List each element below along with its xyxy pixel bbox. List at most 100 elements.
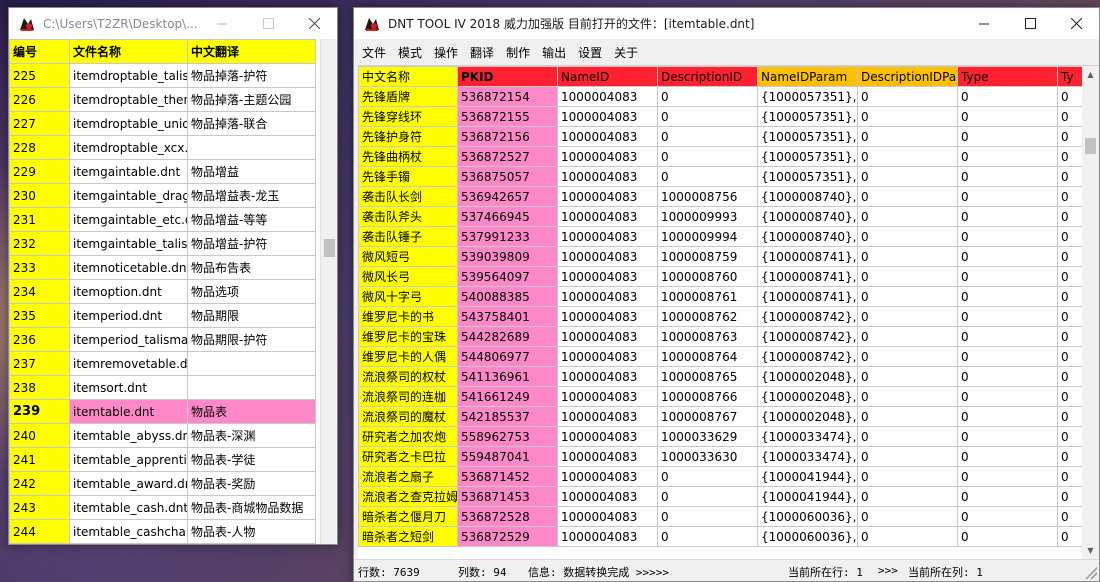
item-row[interactable]: 研究者之卡巴拉 559487041 1000004083 1000033630 {100… — [358, 446, 1082, 467]
translation-cell[interactable]: 物品表-深渊 — [187, 423, 316, 448]
nameid-cell[interactable]: 1000004083 — [557, 186, 658, 207]
cn-name-cell[interactable]: 袭击队锤子 — [358, 226, 458, 247]
descriptionid-cell[interactable]: 1000033629 — [657, 426, 758, 447]
filename-cell[interactable]: itemdroptable_unio — [69, 111, 188, 136]
type-cell[interactable]: 0 — [957, 286, 1058, 307]
ty-cell[interactable]: 0 — [1057, 306, 1082, 327]
cn-name-cell[interactable]: 暗杀者之偃月刀 — [358, 506, 458, 527]
nameid-cell[interactable]: 1000004083 — [557, 426, 658, 447]
item-row[interactable]: 流浪祭司的魔杖 542185537 1000004083 1000008767 {100… — [358, 406, 1082, 427]
cn-name-cell[interactable]: 微风长弓 — [358, 266, 458, 287]
cn-name-cell[interactable]: 微风十字弓 — [358, 286, 458, 307]
descriptionidparam-cell[interactable]: 0 — [857, 506, 958, 527]
left-maximize-button[interactable] — [245, 8, 291, 39]
descriptionidparam-cell[interactable]: 0 — [857, 326, 958, 347]
file-list-row[interactable]: 226 itemdroptable_then 物品掉落-主题公园 — [9, 87, 316, 112]
row-number-cell[interactable]: 229 — [9, 159, 70, 184]
descriptionid-cell[interactable]: 0 — [657, 86, 758, 107]
item-row[interactable]: 维罗尼卡的人偶 544806977 1000004083 1000008764 {100… — [358, 346, 1082, 367]
resize-grip-icon[interactable] — [1085, 567, 1097, 579]
row-number-cell[interactable]: 232 — [9, 231, 70, 256]
item-row[interactable]: 维罗尼卡的书 543758401 1000004083 1000008762 {1000… — [358, 306, 1082, 327]
cn-name-cell[interactable]: 流浪者之查克拉姆 — [358, 486, 458, 507]
translation-cell[interactable]: 物品增益-等等 — [187, 207, 316, 232]
cn-name-cell[interactable]: 微风短弓 — [358, 246, 458, 267]
file-list-row[interactable]: 242 itemtable_award.dn 物品表-奖励 — [9, 471, 316, 496]
nameid-cell[interactable]: 1000004083 — [557, 406, 658, 427]
nameid-cell[interactable]: 1000004083 — [557, 506, 658, 527]
row-number-cell[interactable]: 234 — [9, 279, 70, 304]
file-list-row[interactable]: 234 itemoption.dnt 物品选项 — [9, 279, 316, 304]
pkid-cell[interactable]: 536872154 — [457, 86, 558, 107]
column-header-number[interactable]: 编号 — [9, 39, 70, 64]
cn-name-cell[interactable]: 先锋手镯 — [358, 166, 458, 187]
descriptionidparam-cell[interactable]: 0 — [857, 106, 958, 127]
type-cell[interactable]: 0 — [957, 246, 1058, 267]
pkid-cell[interactable]: 536872156 — [457, 126, 558, 147]
ty-cell[interactable]: 0 — [1057, 186, 1082, 207]
nameid-cell[interactable]: 1000004083 — [557, 446, 658, 467]
left-scroll-thumb[interactable] — [324, 239, 335, 257]
row-number-cell[interactable]: 226 — [9, 87, 70, 112]
descriptionidparam-cell[interactable]: 0 — [857, 246, 958, 267]
descriptionid-cell[interactable]: 1000008760 — [657, 266, 758, 287]
descriptionidparam-cell[interactable]: 0 — [857, 306, 958, 327]
item-row[interactable]: 流浪祭司的权杖 541136961 1000004083 1000008765 {100… — [358, 366, 1082, 387]
file-list-grid[interactable]: 编号 文件名称 中文翻译 225 itemdroptable_talis 物品掉落-… — [9, 39, 321, 544]
file-list-row[interactable]: 229 itemgaintable.dnt 物品增益 — [9, 159, 316, 184]
translation-cell[interactable]: 物品掉落-护符 — [187, 63, 316, 88]
cn-name-cell[interactable]: 流浪祭司的连枷 — [358, 386, 458, 407]
descriptionid-cell[interactable]: 1000009993 — [657, 206, 758, 227]
row-number-cell[interactable]: 228 — [9, 135, 70, 160]
translation-cell[interactable] — [187, 351, 316, 376]
file-list-row[interactable]: 231 itemgaintable_etc.d 物品增益-等等 — [9, 207, 316, 232]
right-vertical-scrollbar[interactable]: ▲ ▼ — [1082, 66, 1099, 559]
filename-cell[interactable]: itemoption.dnt — [69, 279, 188, 304]
menu-translate[interactable]: 翻译 — [470, 44, 502, 61]
descriptionidparam-cell[interactable]: 0 — [857, 266, 958, 287]
column-header-cn-name[interactable]: 中文名称 — [358, 66, 458, 87]
item-row[interactable]: 先锋穿线环53687215510000040830{1000057351},{1… — [358, 106, 1082, 127]
nameidparam-cell[interactable]: {1000057351},{1 — [757, 106, 858, 127]
descriptionid-cell[interactable]: 0 — [657, 106, 758, 127]
descriptionidparam-cell[interactable]: 0 — [857, 426, 958, 447]
descriptionid-cell[interactable]: 0 — [657, 166, 758, 187]
type-cell[interactable]: 0 — [957, 126, 1058, 147]
nameid-cell[interactable]: 1000004083 — [557, 146, 658, 167]
nameid-cell[interactable]: 1000004083 — [557, 306, 658, 327]
type-cell[interactable]: 0 — [957, 366, 1058, 387]
filename-cell[interactable]: itemperiod_talismar — [69, 327, 188, 352]
menu-output[interactable]: 输出 — [542, 44, 574, 61]
descriptionid-cell[interactable]: 1000008761 — [657, 286, 758, 307]
file-list-row[interactable]: 228 itemdroptable_xcx.c — [9, 135, 316, 160]
menu-about[interactable]: 关于 — [614, 44, 646, 61]
descriptionidparam-cell[interactable]: 0 — [857, 86, 958, 107]
nameidparam-cell[interactable]: {1000057351},{1 — [757, 126, 858, 147]
row-number-cell[interactable]: 235 — [9, 303, 70, 328]
nameid-cell[interactable]: 1000004083 — [557, 366, 658, 387]
row-number-cell[interactable]: 241 — [9, 447, 70, 472]
row-number-cell[interactable]: 225 — [9, 63, 70, 88]
translation-cell[interactable]: 物品期限 — [187, 303, 316, 328]
descriptionidparam-cell[interactable]: 0 — [857, 386, 958, 407]
file-list-row[interactable]: 238 itemsort.dnt — [9, 375, 316, 400]
ty-cell[interactable]: 0 — [1057, 226, 1082, 247]
ty-cell[interactable]: 0 — [1057, 506, 1082, 527]
row-number-cell[interactable]: 243 — [9, 495, 70, 520]
descriptionidparam-cell[interactable]: 0 — [857, 366, 958, 387]
descriptionidparam-cell[interactable]: 0 — [857, 486, 958, 507]
descriptionid-cell[interactable]: 0 — [657, 486, 758, 507]
type-cell[interactable]: 0 — [957, 86, 1058, 107]
file-list-row[interactable]: 225 itemdroptable_talis 物品掉落-护符 — [9, 63, 316, 88]
cn-name-cell[interactable]: 先锋护身符 — [358, 126, 458, 147]
nameidparam-cell[interactable]: {1000008740},{2 — [757, 186, 858, 207]
type-cell[interactable]: 0 — [957, 386, 1058, 407]
ty-cell[interactable]: 0 — [1057, 206, 1082, 227]
filename-cell[interactable]: itemsort.dnt — [69, 375, 188, 400]
pkid-cell[interactable]: 543758401 — [457, 306, 558, 327]
descriptionidparam-cell[interactable]: 0 — [857, 406, 958, 427]
translation-cell[interactable]: 物品增益表-龙玉 — [187, 183, 316, 208]
column-header-pkid[interactable]: PKID — [457, 66, 558, 87]
file-list-window[interactable]: C:\Users\T2ZR\Desktop\... 编号 文件名称 中文翻译 2… — [8, 7, 338, 545]
cn-name-cell[interactable]: 流浪者之扇子 — [358, 466, 458, 487]
